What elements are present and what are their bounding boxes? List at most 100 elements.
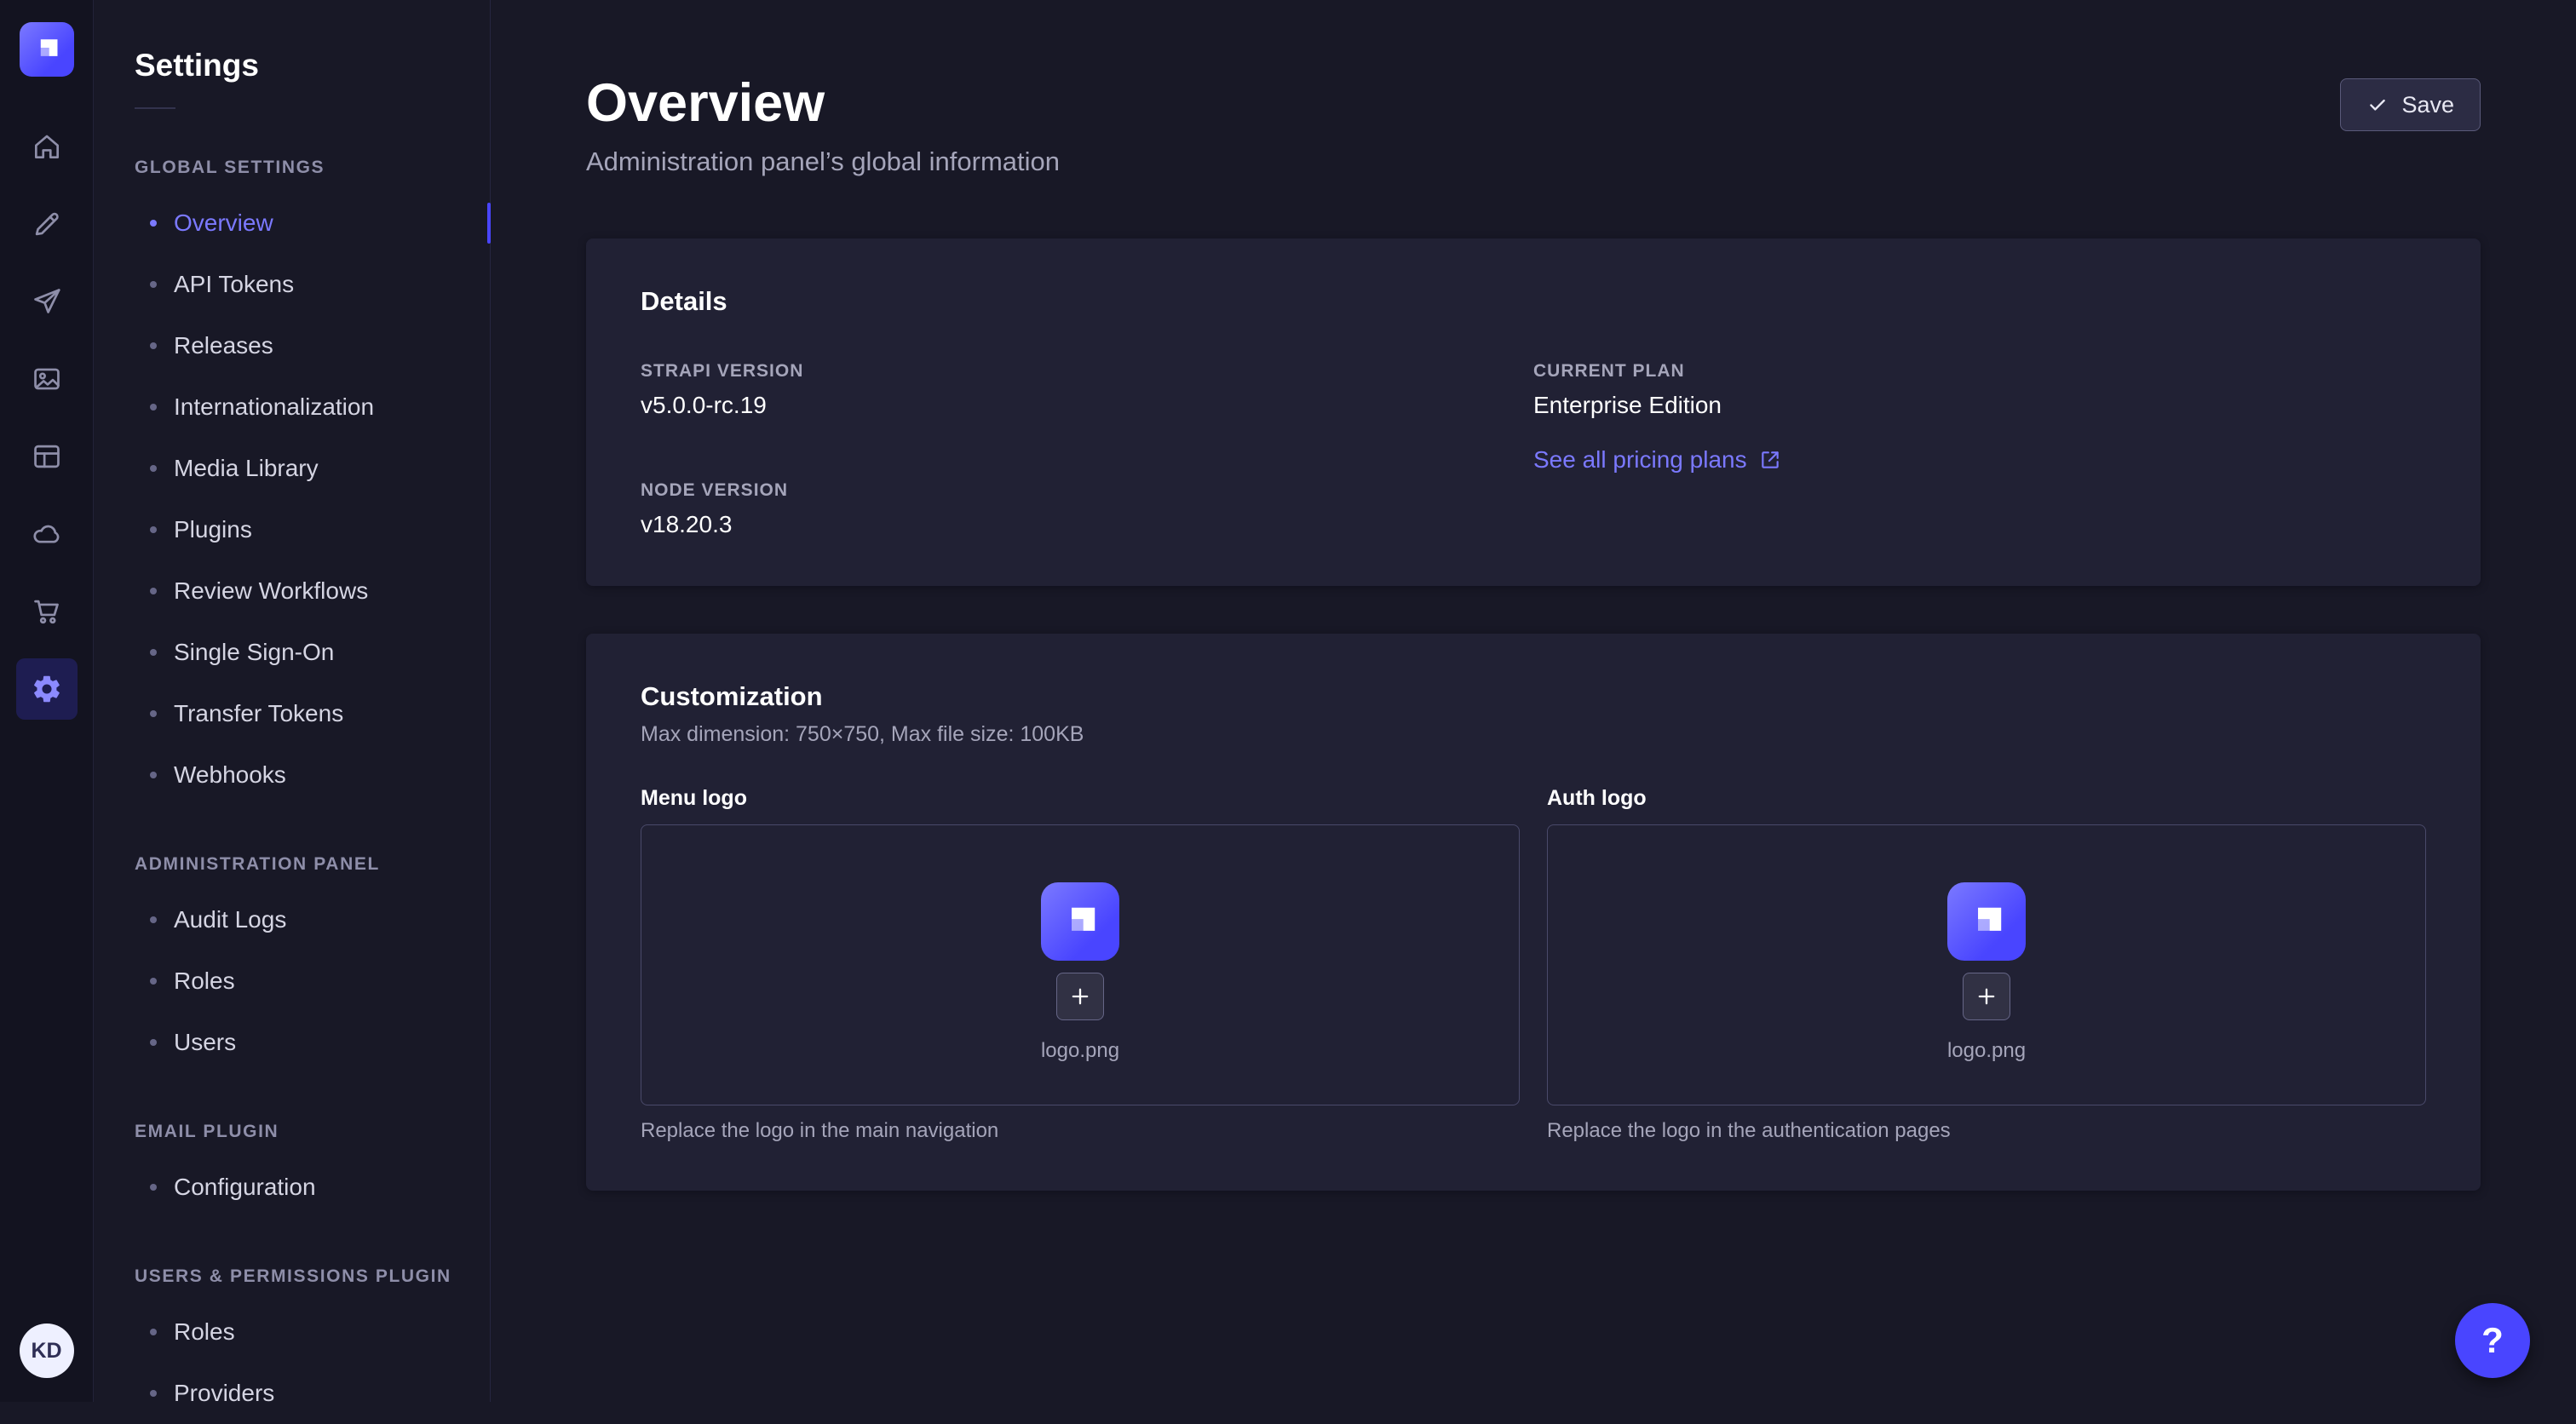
bullet-icon (150, 772, 157, 778)
sidebar-item-label: Audit Logs (174, 906, 286, 933)
details-fields: STRAPI VERSION v5.0.0-rc.19 NODE VERSION… (641, 361, 2426, 538)
menu-logo-image (1041, 882, 1119, 961)
details-right-column: CURRENT PLAN Enterprise Edition See all … (1533, 361, 2426, 538)
node-version-value: v18.20.3 (641, 511, 1533, 538)
title-divider (135, 107, 175, 109)
sidebar-title: Settings (135, 48, 490, 83)
section-global-settings: GLOBAL SETTINGS Overview API Tokens Rele… (94, 157, 490, 806)
bullet-icon (150, 978, 157, 985)
strapi-logo[interactable] (20, 22, 74, 77)
node-version-field: NODE VERSION v18.20.3 (641, 480, 1533, 538)
pen-icon (31, 208, 63, 240)
avatar[interactable]: KD (20, 1324, 74, 1378)
menu-logo-filename: logo.png (1041, 1039, 1119, 1063)
sidebar-item-label: Media Library (174, 455, 319, 482)
save-button-label: Save (2401, 92, 2454, 118)
auth-logo-upload: Auth logo (1547, 786, 2426, 1143)
section-email-plugin: EMAIL PLUGIN Configuration (94, 1121, 490, 1218)
rail-item-home[interactable] (16, 116, 78, 177)
bullet-icon (150, 588, 157, 594)
paper-plane-icon (31, 285, 63, 318)
page-header-text: Overview Administration panel’s global i… (586, 72, 1060, 177)
auth-logo-add-button[interactable] (1963, 973, 2010, 1020)
menu-logo-add-button[interactable] (1056, 973, 1104, 1020)
save-button[interactable]: Save (2340, 78, 2481, 131)
sidebar-item-overview[interactable]: Overview (94, 192, 490, 254)
sidebar-item-internationalization[interactable]: Internationalization (94, 376, 490, 438)
sidebar-item-label: Users (174, 1029, 236, 1056)
bullet-icon (150, 465, 157, 472)
help-button[interactable]: ? (2455, 1303, 2530, 1378)
current-plan-label: CURRENT PLAN (1533, 361, 2426, 382)
sidebar-item-admin-roles[interactable]: Roles (94, 950, 490, 1012)
bullet-icon (150, 916, 157, 923)
check-icon (2366, 94, 2389, 116)
bullet-icon (150, 1329, 157, 1335)
sidebar-item-label: Roles (174, 1318, 235, 1346)
auth-logo-hint: Replace the logo in the authentication p… (1547, 1119, 2426, 1143)
sidebar-item-plugins[interactable]: Plugins (94, 499, 490, 560)
details-left-column: STRAPI VERSION v5.0.0-rc.19 NODE VERSION… (641, 361, 1533, 538)
sidebar-item-label: Transfer Tokens (174, 700, 343, 727)
app-root: KD Settings GLOBAL SETTINGS Overview API… (0, 0, 2576, 1402)
menu-logo-preview: logo.png (1041, 882, 1119, 1063)
auth-logo-dropzone[interactable]: logo.png (1547, 824, 2426, 1105)
sidebar-item-api-tokens[interactable]: API Tokens (94, 254, 490, 315)
sidebar-item-label: API Tokens (174, 271, 294, 298)
sidebar-item-label: Roles (174, 968, 235, 995)
bullet-icon (150, 342, 157, 349)
bullet-icon (150, 526, 157, 533)
sidebar-item-transfer-tokens[interactable]: Transfer Tokens (94, 683, 490, 744)
menu-logo-hint: Replace the logo in the main navigation (641, 1119, 1520, 1143)
rail-item-content-manager[interactable] (16, 426, 78, 487)
menu-logo-dropzone[interactable]: logo.png (641, 824, 1520, 1105)
media-icon (31, 363, 63, 395)
sidebar-item-email-configuration[interactable]: Configuration (94, 1157, 490, 1218)
sidebar-item-admin-users[interactable]: Users (94, 1012, 490, 1073)
sidebar-item-audit-logs[interactable]: Audit Logs (94, 889, 490, 950)
cart-icon (31, 595, 63, 628)
rail-item-media-library[interactable] (16, 348, 78, 410)
section-label: ADMINISTRATION PANEL (135, 853, 490, 876)
sidebar-item-media-library[interactable]: Media Library (94, 438, 490, 499)
nav-rail: KD (0, 0, 94, 1402)
home-icon (31, 130, 63, 163)
layout-icon (31, 440, 63, 473)
sidebar-item-label: Releases (174, 332, 273, 359)
sidebar-item-review-workflows[interactable]: Review Workflows (94, 560, 490, 622)
details-title: Details (641, 286, 2426, 317)
sidebar-item-up-providers[interactable]: Providers (94, 1363, 490, 1424)
sidebar-item-releases[interactable]: Releases (94, 315, 490, 376)
bullet-icon (150, 1184, 157, 1191)
page-subtitle: Administration panel’s global informatio… (586, 146, 1060, 177)
bullet-icon (150, 220, 157, 227)
section-users-permissions-plugin: USERS & PERMISSIONS PLUGIN Roles Provide… (94, 1266, 490, 1424)
strapi-version-label: STRAPI VERSION (641, 361, 1533, 382)
sidebar-item-webhooks[interactable]: Webhooks (94, 744, 490, 806)
current-plan-field: CURRENT PLAN Enterprise Edition See all … (1533, 361, 2426, 474)
customization-subtitle: Max dimension: 750×750, Max file size: 1… (641, 722, 2426, 747)
rail-item-marketplace[interactable] (16, 581, 78, 642)
strapi-mark-icon (1962, 897, 2011, 946)
sidebar-item-label: Configuration (174, 1174, 316, 1201)
external-link-icon (1759, 449, 1781, 471)
auth-logo-filename: logo.png (1947, 1039, 2026, 1063)
customization-card: Customization Max dimension: 750×750, Ma… (586, 634, 2481, 1191)
rail-item-releases[interactable] (16, 271, 78, 332)
sidebar-item-label: Review Workflows (174, 577, 368, 605)
rail-item-settings[interactable] (16, 658, 78, 720)
sidebar-item-label: Plugins (174, 516, 252, 543)
gear-icon (31, 673, 63, 705)
strapi-version-value: v5.0.0-rc.19 (641, 392, 1533, 419)
rail-item-content-builder[interactable] (16, 193, 78, 255)
strapi-mark-icon (1055, 897, 1105, 946)
page-title: Overview (586, 72, 1060, 135)
pricing-link[interactable]: See all pricing plans (1533, 446, 1781, 474)
question-mark-icon: ? (2481, 1320, 2504, 1361)
sidebar-item-up-roles[interactable]: Roles (94, 1301, 490, 1363)
current-plan-value: Enterprise Edition (1533, 392, 2426, 419)
bullet-icon (150, 404, 157, 411)
details-card: Details STRAPI VERSION v5.0.0-rc.19 NODE… (586, 238, 2481, 586)
sidebar-item-single-sign-on[interactable]: Single Sign-On (94, 622, 490, 683)
rail-item-cloud[interactable] (16, 503, 78, 565)
